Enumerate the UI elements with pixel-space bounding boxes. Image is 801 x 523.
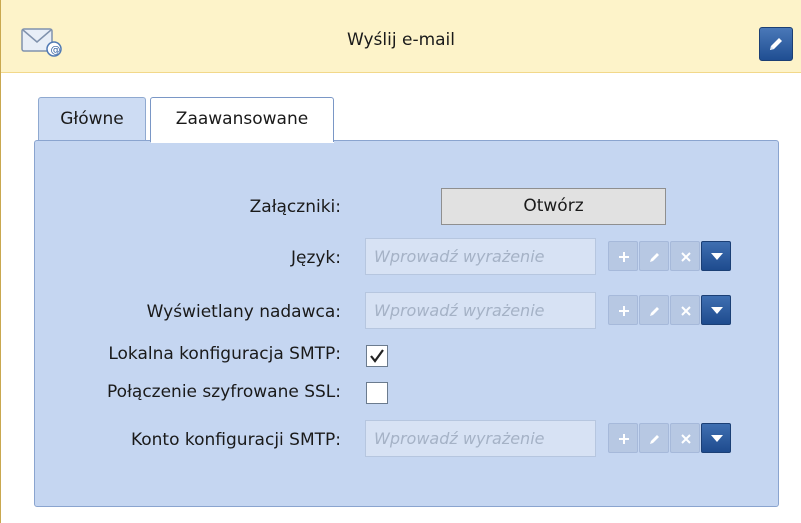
open-attachments-button[interactable]: Otwórz	[441, 188, 666, 225]
chevron-down-icon	[711, 253, 723, 260]
smtp-account-label: Konto konfiguracji SMTP:	[130, 430, 341, 450]
checkmark-icon	[370, 349, 384, 363]
language-expression-input[interactable]: Wprowadź wyrażenie	[365, 238, 596, 275]
language-edit-button[interactable]	[639, 241, 669, 271]
smtp-account-clear-button[interactable]	[670, 423, 700, 453]
sender-label: Wyświetlany nadawca:	[146, 302, 341, 322]
plus-icon	[619, 306, 629, 316]
close-icon	[681, 252, 691, 262]
advanced-panel: Załączniki: Otwórz Język: Wprowadź wyraż…	[34, 139, 779, 507]
window-header: @ Wyślij e-mail	[1, 0, 801, 73]
attachments-label: Załączniki:	[249, 197, 341, 217]
close-icon	[681, 434, 691, 444]
language-add-button[interactable]	[608, 241, 638, 271]
pencil-icon	[770, 38, 782, 50]
tab-zaawansowane[interactable]: Zaawansowane	[150, 97, 334, 142]
smtp-account-add-button[interactable]	[608, 423, 638, 453]
local-smtp-checkbox[interactable]	[366, 345, 388, 367]
local-smtp-label: Lokalna konfiguracja SMTP:	[108, 344, 341, 364]
plus-icon	[619, 252, 629, 262]
window-title: Wyślij e-mail	[346, 30, 456, 50]
chevron-down-icon	[711, 307, 723, 314]
sender-edit-button[interactable]	[639, 295, 669, 325]
language-dropdown-button[interactable]	[701, 241, 731, 271]
sender-add-button[interactable]	[608, 295, 638, 325]
sender-clear-button[interactable]	[670, 295, 700, 325]
pencil-icon	[650, 253, 659, 262]
ssl-checkbox[interactable]	[366, 382, 388, 404]
smtp-account-dropdown-button[interactable]	[701, 423, 731, 453]
edit-button[interactable]	[759, 27, 793, 61]
sender-expression-input[interactable]: Wprowadź wyrażenie	[365, 292, 596, 329]
plus-icon	[619, 434, 629, 444]
smtp-account-edit-button[interactable]	[639, 423, 669, 453]
pencil-icon	[650, 307, 659, 316]
tab-glowne[interactable]: Główne	[38, 97, 146, 141]
window-left-border	[0, 0, 1, 523]
chevron-down-icon	[711, 435, 723, 442]
sender-dropdown-button[interactable]	[701, 295, 731, 325]
language-clear-button[interactable]	[670, 241, 700, 271]
close-icon	[681, 306, 691, 316]
ssl-label: Połączenie szyfrowane SSL:	[107, 382, 341, 402]
language-label: Język:	[290, 248, 341, 268]
pencil-icon	[650, 435, 659, 444]
smtp-account-expression-input[interactable]: Wprowadź wyrażenie	[365, 420, 596, 457]
